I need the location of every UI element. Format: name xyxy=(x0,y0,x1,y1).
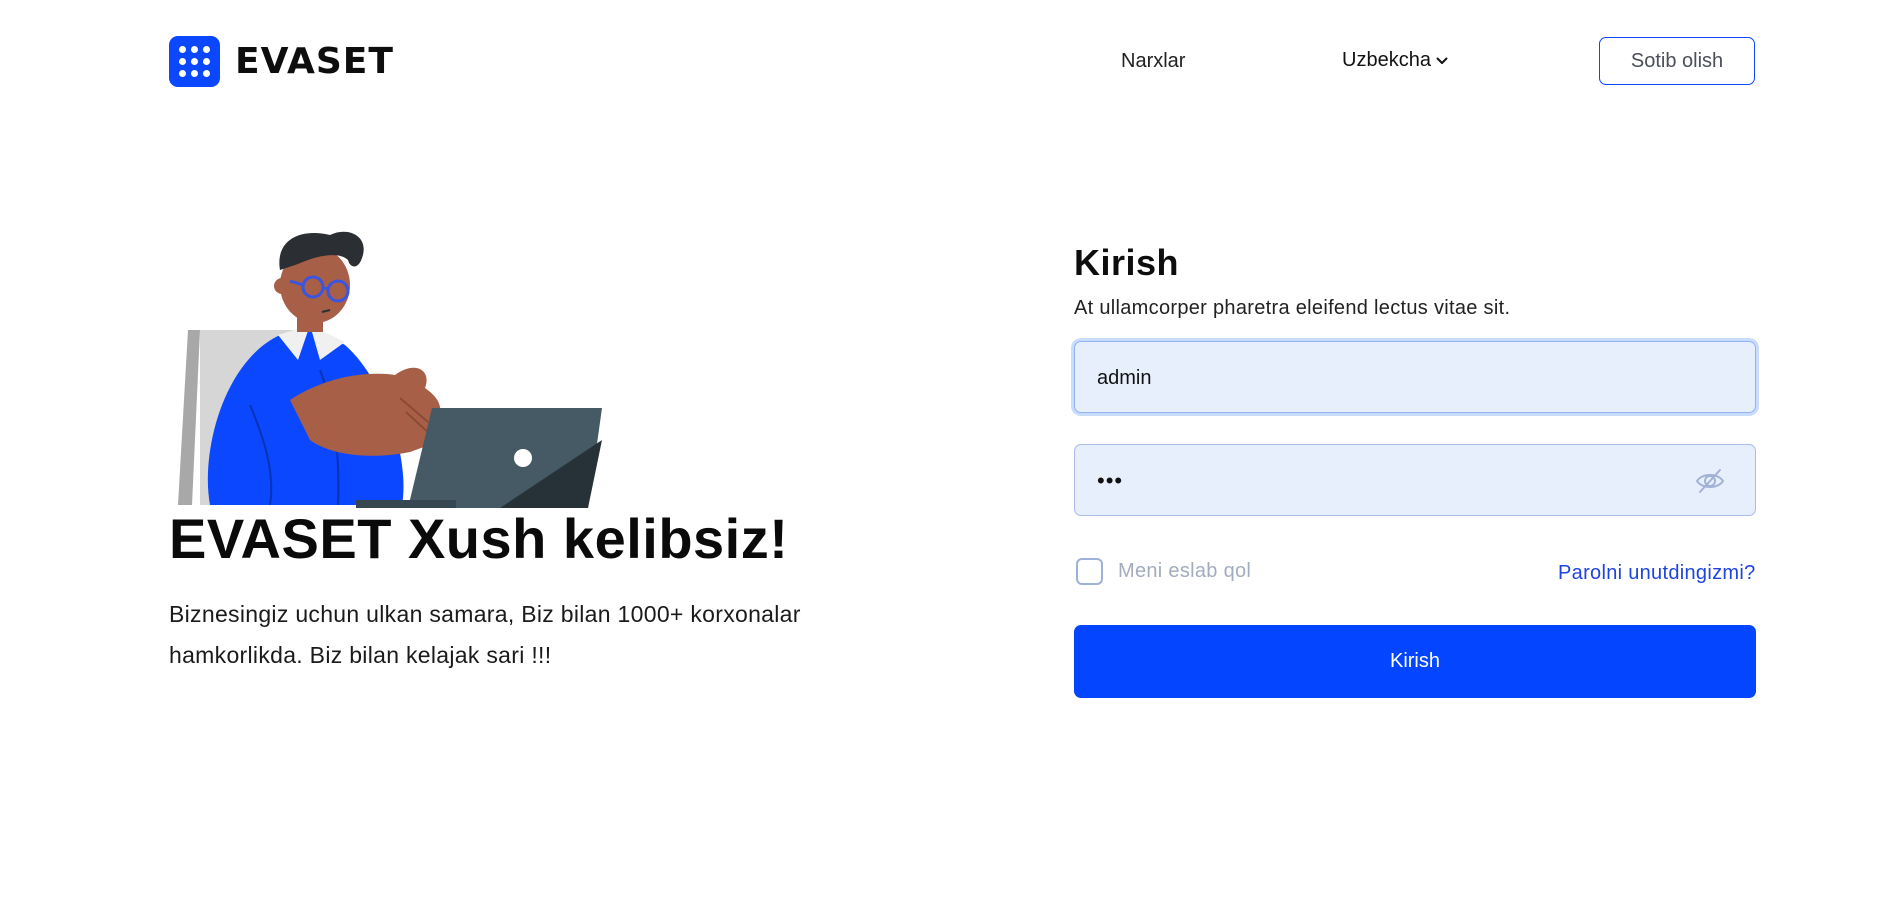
brand-name: EVASET xyxy=(235,41,394,82)
login-title: Kirish xyxy=(1074,242,1180,283)
eye-off-icon[interactable] xyxy=(1695,467,1725,495)
remember-label: Meni eslab qol xyxy=(1118,560,1252,582)
dots-grid-icon xyxy=(169,36,220,87)
language-label: Uzbekcha xyxy=(1342,49,1431,71)
username-input[interactable] xyxy=(1095,342,1699,414)
login-subtitle: At ullamcorper pharetra eleifend lectus … xyxy=(1074,297,1511,319)
password-field[interactable] xyxy=(1074,444,1756,517)
remember-checkbox[interactable] xyxy=(1076,558,1103,585)
header: EVASET Narxlar Uzbekcha Sotib olish xyxy=(0,0,1898,120)
nav-prices-link[interactable]: Narxlar xyxy=(1121,50,1185,73)
hero-description: Biznesingiz uchun ulkan samara, Biz bila… xyxy=(169,601,801,668)
login-submit-button[interactable]: Kirish xyxy=(1074,625,1756,698)
remember-me[interactable]: Meni eslab qol xyxy=(1076,558,1251,585)
password-input[interactable] xyxy=(1095,445,1699,517)
hero-title: EVASET Xush kelibsiz! xyxy=(169,507,789,570)
username-field[interactable] xyxy=(1074,341,1756,414)
logo[interactable]: EVASET xyxy=(169,36,394,87)
man-with-laptop-illustration xyxy=(178,231,602,508)
buy-button[interactable]: Sotib olish xyxy=(1599,37,1755,85)
forgot-password-link[interactable]: Parolni unutdingizmi? xyxy=(1558,562,1756,585)
language-select[interactable]: Uzbekcha xyxy=(1342,49,1448,72)
chevron-down-icon xyxy=(1436,57,1448,64)
